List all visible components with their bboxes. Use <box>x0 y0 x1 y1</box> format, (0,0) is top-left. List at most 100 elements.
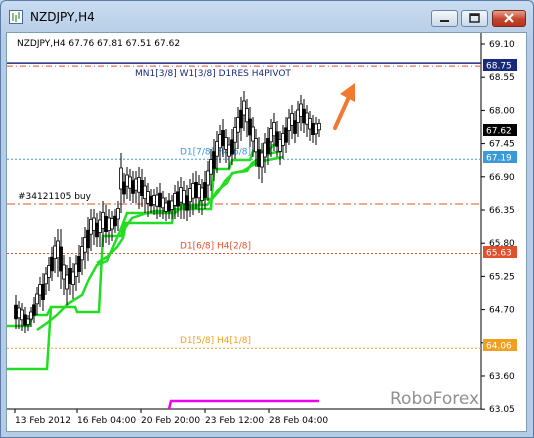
chart-area[interactable]: NZDJPY,H4 67.76 67.81 67.51 67.62 MN1[3/… <box>6 32 527 432</box>
candle-body <box>173 193 177 206</box>
candle-body <box>290 113 294 126</box>
candle-body <box>17 307 21 319</box>
candle-body <box>62 264 66 280</box>
candle-body <box>317 123 321 131</box>
time-tick-label: 20 Feb 20:00 <box>141 416 200 426</box>
candle-body <box>266 138 270 155</box>
candle-body <box>14 304 18 320</box>
candle-body <box>29 311 33 320</box>
candle-body <box>182 190 186 205</box>
candle-body <box>59 246 63 272</box>
candle-body <box>47 265 51 278</box>
level-label: #34121105 buy <box>18 192 92 202</box>
candle-body <box>140 179 144 196</box>
candle-body <box>56 240 60 259</box>
candle-body <box>221 130 225 147</box>
candle-body <box>53 245 57 259</box>
close-button[interactable] <box>492 10 526 27</box>
candle-body <box>179 187 183 203</box>
candle-body <box>263 142 267 158</box>
level-label: D1[5/8] H4[1/8] <box>180 336 251 346</box>
candle-body <box>293 120 297 134</box>
candle-body <box>167 200 171 212</box>
candle-body <box>218 134 222 149</box>
candle-body <box>32 304 36 316</box>
candle-body <box>185 195 189 211</box>
level-label: MN1[3/8] W1[3/8] D1RES H4PIVOT <box>135 69 291 79</box>
candle-body <box>170 200 174 210</box>
candle-body <box>74 263 78 277</box>
candle-body <box>38 284 42 296</box>
price-tick-label: 65.25 <box>489 272 515 282</box>
candle-body <box>116 208 120 220</box>
candle-body <box>155 194 159 207</box>
candle-body <box>296 109 300 123</box>
candle-body <box>149 195 153 207</box>
candle-body <box>131 180 135 194</box>
candle-body <box>287 117 291 131</box>
candle-body <box>206 170 210 186</box>
time-axis: 13 Feb 2012 16 Feb 04:00 20 Feb 20:00 23 Fe… <box>14 409 328 426</box>
price-tick-label: 66.90 <box>489 173 515 183</box>
candle-body <box>272 122 276 137</box>
trend-arrow <box>333 83 355 130</box>
chart-canvas[interactable]: NZDJPY,H4 67.76 67.81 67.51 67.62 MN1[3/… <box>7 33 526 431</box>
candle-body <box>209 159 213 175</box>
minimize-icon <box>440 20 449 22</box>
candle-body <box>95 222 99 238</box>
candle-body <box>230 139 234 155</box>
symbol-info: NZDJPY,H4 67.76 67.81 67.51 67.62 <box>17 39 180 49</box>
minimize-button[interactable] <box>431 10 458 27</box>
price-badge-label: 68.75 <box>486 62 512 72</box>
candle-body <box>260 152 264 168</box>
price-tick-label: 64.70 <box>489 306 515 316</box>
price-tick-label: 69.10 <box>489 40 515 50</box>
candle-body <box>254 138 258 153</box>
candle-body <box>281 133 285 146</box>
candle-body <box>107 217 111 231</box>
candle-body <box>227 144 231 157</box>
candle-body <box>89 219 93 235</box>
candle-body <box>101 212 105 230</box>
candle-body <box>119 167 123 190</box>
candle-body <box>98 219 102 233</box>
candle-body <box>311 123 315 136</box>
candles-layer <box>14 91 321 410</box>
candle-body <box>41 283 45 300</box>
candle-body <box>83 237 87 253</box>
window-title: NZDJPY,H4 <box>30 10 95 24</box>
candle-body <box>248 118 252 136</box>
indicator-line-magenta <box>167 399 319 410</box>
candle-body <box>23 314 27 326</box>
candle-body <box>77 255 81 272</box>
candle-body <box>146 191 150 204</box>
candle-body <box>143 185 147 199</box>
candle-body <box>137 177 141 193</box>
candle-body <box>152 195 156 205</box>
candle-body <box>299 103 303 117</box>
candle-body <box>245 108 249 123</box>
candle-body <box>275 131 279 147</box>
price-axis: 69.1068.5568.0067.4566.9066.3565.8065.25… <box>481 40 515 415</box>
candle-body <box>110 218 114 230</box>
price-tick-label: 68.00 <box>489 106 515 116</box>
candle-body <box>104 215 108 232</box>
candle-body <box>125 174 129 187</box>
maximize-button[interactable] <box>461 10 488 27</box>
candle-body <box>20 309 24 321</box>
price-badge-label: 67.19 <box>486 154 512 164</box>
candle-body <box>257 149 261 167</box>
candle-body <box>35 293 39 305</box>
candle-body <box>305 112 309 125</box>
time-tick-label: 16 Feb 04:00 <box>77 416 136 426</box>
candle-body <box>242 100 246 116</box>
title-bar[interactable]: NZDJPY,H4 <box>1 1 533 31</box>
candle-body <box>161 197 165 209</box>
candle-body <box>122 181 126 195</box>
candle-body <box>158 192 162 208</box>
maximize-icon <box>469 13 480 23</box>
candle-body <box>200 187 204 201</box>
candle-body <box>68 267 72 284</box>
watermark: RoboForex <box>390 389 479 409</box>
candle-body <box>233 127 237 143</box>
